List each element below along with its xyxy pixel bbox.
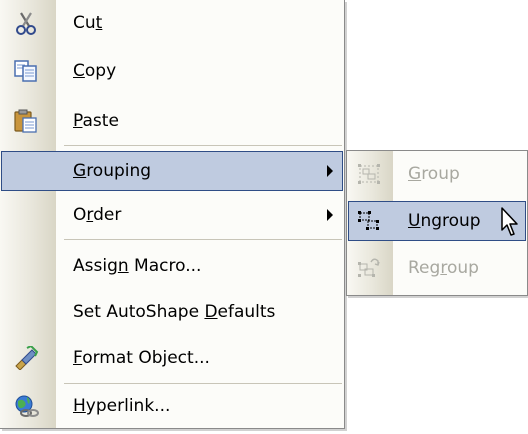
ungroup-icon — [356, 209, 382, 233]
menu-item-regroup[interactable]: Regroup — [348, 248, 526, 288]
menu-item-label: Copy — [73, 61, 117, 81]
menu-item-label: Ungroup — [408, 211, 481, 231]
menu-item-copy[interactable]: Copy — [1, 51, 343, 91]
menu-item-label: Grouping — [73, 161, 152, 181]
menu-item-label: Paste — [73, 111, 119, 131]
menu-item-label: Assign Macro... — [73, 256, 202, 276]
menu-separator — [64, 239, 342, 240]
menu-item-assign-macro[interactable]: Assign Macro... — [1, 246, 343, 286]
menu-item-label: Format Object... — [73, 348, 210, 368]
menu-item-set-autoshape-defaults[interactable]: Set AutoShape Defaults — [1, 292, 343, 332]
mouse-cursor-icon — [500, 206, 522, 243]
menu-item-label: Group — [408, 164, 460, 184]
menu-item-label: Cut — [73, 13, 103, 33]
menu-item-group[interactable]: Group — [348, 154, 526, 194]
menu-separator — [64, 383, 342, 384]
copy-icon — [13, 59, 39, 83]
menu-item-format-object[interactable]: Format Object... — [1, 338, 343, 378]
group-icon — [356, 162, 382, 186]
menu-item-hyperlink[interactable]: Hyperlink... — [1, 386, 343, 426]
menu-item-label: Regroup — [408, 258, 479, 278]
menu-item-order[interactable]: Order — [1, 195, 343, 235]
scissors-icon — [13, 11, 39, 35]
menu-item-label: Hyperlink... — [73, 396, 171, 416]
paste-icon — [13, 109, 39, 133]
menu-item-label: Order — [73, 205, 122, 225]
menu-item-paste[interactable]: Paste — [1, 101, 343, 141]
submenu-arrow-icon — [327, 209, 333, 221]
submenu-arrow-icon — [327, 165, 333, 177]
format-object-icon — [13, 344, 39, 371]
menu-item-cut[interactable]: Cut — [1, 3, 343, 43]
menu-separator — [64, 145, 342, 146]
regroup-icon — [356, 256, 382, 280]
menu-item-grouping[interactable]: Grouping — [1, 151, 343, 191]
menu-item-label: Set AutoShape Defaults — [73, 302, 276, 322]
hyperlink-icon — [13, 394, 39, 418]
context-menu: Cut Copy Paste Grouping Order Assign Mac… — [0, 0, 345, 429]
